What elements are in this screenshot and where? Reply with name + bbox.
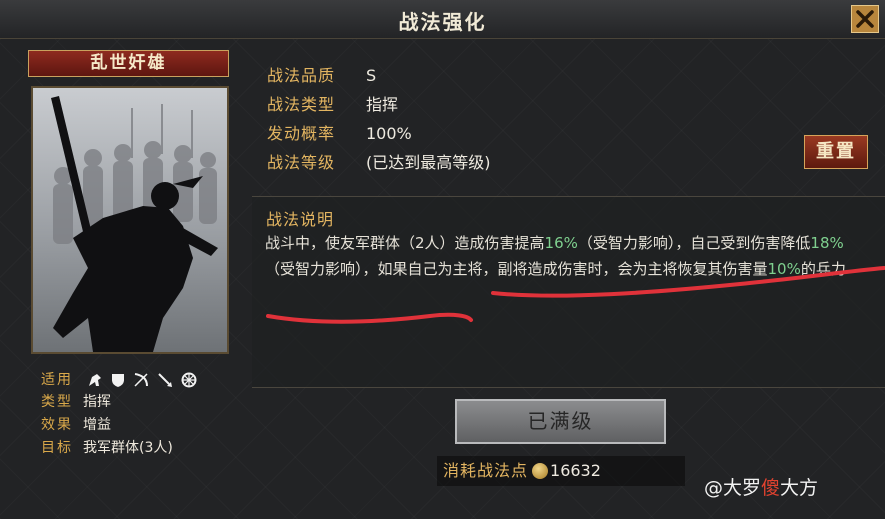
effect-value: 增益 <box>83 417 111 433</box>
stat-label: 战法类型 <box>267 95 336 114</box>
stat-type: 战法类型 指挥 <box>267 94 398 116</box>
watermark: @大罗傻大方 <box>704 477 819 499</box>
info-apply-row: 适用 <box>41 370 197 390</box>
stat-value: S <box>366 66 377 85</box>
type-value: 指挥 <box>83 394 111 410</box>
stat-value: (已达到最高等级) <box>366 153 491 172</box>
close-button[interactable] <box>851 5 879 33</box>
stat-label: 战法等级 <box>267 153 336 172</box>
cost-label: 消耗战法点 <box>443 461 529 480</box>
description-panel: 战法说明 战斗中，使友军群体（2人）造成伤害提高16%（受智力影响），自己受到伤… <box>252 196 885 388</box>
cost-value: 16632 <box>550 461 601 480</box>
bow-icon <box>134 373 149 387</box>
type-label: 类型 <box>41 394 73 410</box>
max-level-button[interactable]: 已满级 <box>455 399 666 444</box>
stat-quality: 战法品质 S <box>267 65 376 87</box>
shield-icon <box>112 374 125 387</box>
target-label: 目标 <box>41 440 73 456</box>
siege-wheel-icon <box>181 372 197 388</box>
title-bar: 战法强化 <box>0 0 885 39</box>
window-title: 战法强化 <box>398 10 487 34</box>
stat-probability: 发动概率 100% <box>267 123 412 145</box>
stat-value: 指挥 <box>366 95 399 114</box>
close-icon <box>856 10 874 28</box>
heal-ratio-value: 10% <box>767 260 801 278</box>
card-illustration <box>31 86 229 354</box>
spear-icon <box>158 373 173 387</box>
cavalry-icon <box>89 374 102 386</box>
apply-label: 适用 <box>41 372 73 388</box>
damage-boost-value: 16% <box>544 234 578 252</box>
target-value: 我军群体(3人) <box>83 440 173 456</box>
description-text: 战斗中，使友军群体（2人）造成伤害提高16%（受智力影响），自己受到伤害降低18… <box>265 234 846 278</box>
info-effect-row: 效果 增益 <box>41 415 111 435</box>
reset-button[interactable]: 重置 <box>804 135 868 169</box>
stat-level: 战法等级 (已达到最高等级) <box>267 152 491 174</box>
card-name: 乱世奸雄 <box>28 50 229 77</box>
stat-label: 战法品质 <box>267 66 336 85</box>
cost-bar: 消耗战法点 16632 <box>437 456 685 486</box>
tactic-point-coin-icon <box>532 463 549 479</box>
damage-reduction-value: 18% <box>810 234 844 252</box>
info-target-row: 目标 我军群体(3人) <box>41 438 173 458</box>
info-type-row: 类型 指挥 <box>41 392 111 412</box>
effect-label: 效果 <box>41 417 73 433</box>
description-title: 战法说明 <box>266 210 335 229</box>
stat-label: 发动概率 <box>267 124 336 143</box>
stat-value: 100% <box>366 124 412 143</box>
